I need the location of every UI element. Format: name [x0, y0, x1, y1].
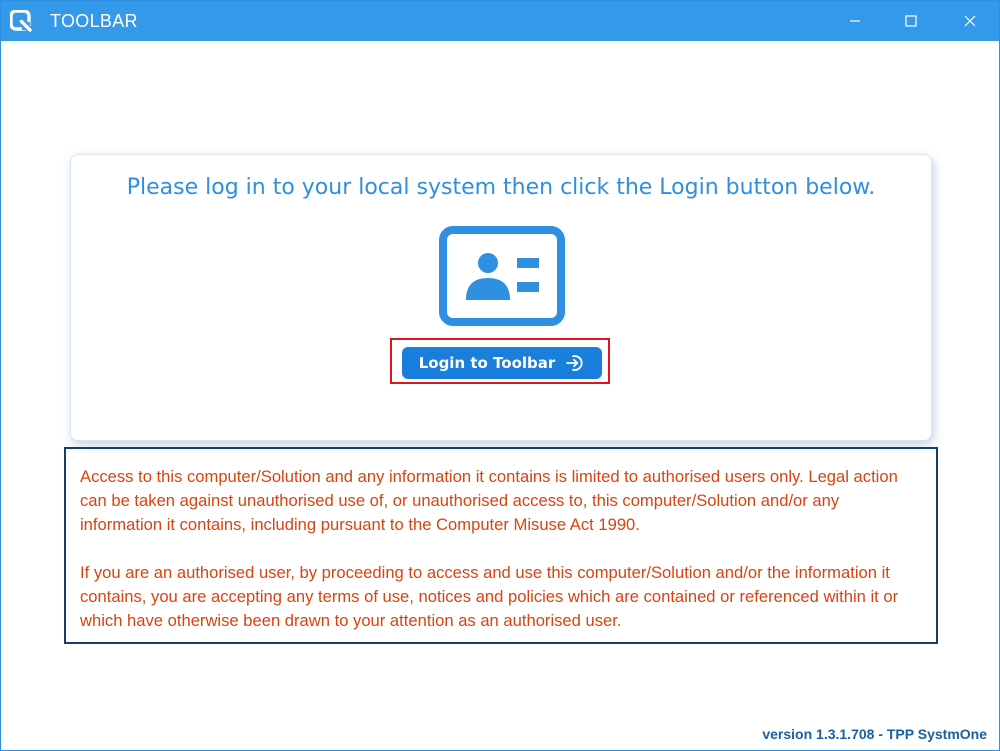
- login-arrow-icon: [566, 355, 583, 371]
- q-logo-icon: [10, 10, 32, 32]
- title-bar[interactable]: TOOLBAR: [1, 1, 999, 41]
- close-button[interactable]: [947, 1, 993, 41]
- maximize-icon: [905, 15, 917, 27]
- login-prompt: Please log in to your local system then …: [126, 175, 876, 200]
- login-button-highlight: Login to Toolbar: [390, 338, 610, 384]
- notice-paragraph-terms: If you are an authorised user, by procee…: [80, 563, 899, 630]
- close-icon: [964, 15, 976, 27]
- notice-paragraph-access: Access to this computer/Solution and any…: [80, 467, 898, 534]
- version-label: version 1.3.1.708 - TPP SystmOne: [762, 726, 987, 742]
- legal-notice: Access to this computer/Solution and any…: [64, 447, 938, 644]
- login-card: Please log in to your local system then …: [70, 154, 932, 441]
- notice-spacer: [80, 537, 922, 561]
- maximize-button[interactable]: [888, 1, 934, 41]
- minimize-icon: [850, 20, 860, 22]
- login-button[interactable]: Login to Toolbar: [402, 347, 602, 379]
- id-card-icon: [439, 226, 565, 326]
- login-button-label: Login to Toolbar: [418, 354, 556, 372]
- window-title: TOOLBAR: [50, 11, 138, 31]
- app-window: TOOLBAR Please log in to your local syst…: [0, 0, 1000, 751]
- minimize-button[interactable]: [832, 1, 878, 41]
